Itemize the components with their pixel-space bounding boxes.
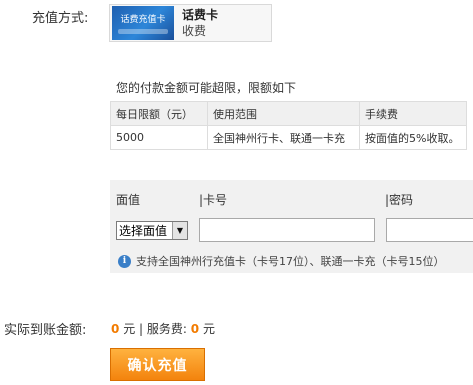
header-usage-scope: 使用范围: [207, 101, 360, 126]
face-value-selected: 选择面值: [119, 224, 168, 238]
table-row: 5000 全国神州行卡、联通一卡充 按面值的5%收取。: [110, 125, 467, 150]
table-header-row: 每日限额（元） 使用范围 手续费: [110, 101, 467, 126]
face-value-select[interactable]: 选择面值 ▼: [116, 221, 188, 240]
card-support-tip-text: 支持全国神州行充值卡（卡号17位）、联通一卡充（卡号15位）: [136, 255, 445, 268]
face-value-label: 面值: [116, 193, 141, 207]
password-label: |密码: [385, 193, 414, 207]
payment-method-text: 话费卡 收费: [182, 7, 218, 39]
card-name: 话费卡: [182, 8, 219, 22]
cell-usage-scope: 全国神州行卡、联通一卡充: [207, 125, 360, 150]
triangle-down-icon[interactable]: ▼: [172, 222, 187, 239]
card-support-tip: i 支持全国神州行充值卡（卡号17位）、联通一卡充（卡号15位）: [118, 253, 445, 269]
actual-amount-value: 0: [111, 322, 120, 336]
service-fee-label: | 服务费:: [139, 322, 187, 336]
payment-method-card[interactable]: 话费充值卡 话费卡 收费: [109, 4, 272, 42]
service-fee-value: 0: [190, 322, 200, 336]
actual-amount-label: 实际到账金额:: [4, 323, 87, 338]
actual-amount-unit: 元: [123, 322, 136, 336]
card-fee-type: 收费: [182, 24, 207, 38]
header-daily-limit: 每日限额（元）: [110, 101, 208, 126]
info-icon: i: [118, 254, 131, 268]
cell-fee: 按面值的5%收取。: [359, 125, 467, 150]
confirm-recharge-button[interactable]: 确认充值: [110, 348, 205, 381]
limit-notice: 您的付款金额可能超限，限额如下: [116, 81, 297, 95]
amount-summary: 0 元 | 服务费: 0 元: [111, 320, 215, 337]
card-number-input[interactable]: [199, 218, 375, 242]
card-number-label: |卡号: [199, 193, 228, 207]
header-fee: 手续费: [359, 101, 467, 126]
service-fee-unit: 元: [202, 322, 215, 336]
recharge-card-image: 话费充值卡: [112, 6, 174, 40]
password-input[interactable]: [386, 218, 473, 242]
cell-daily-limit: 5000: [110, 125, 208, 150]
limit-table: 每日限额（元） 使用范围 手续费 5000 全国神州行卡、联通一卡充 按面值的5…: [110, 101, 467, 150]
payment-method-label: 充值方式:: [32, 11, 89, 26]
